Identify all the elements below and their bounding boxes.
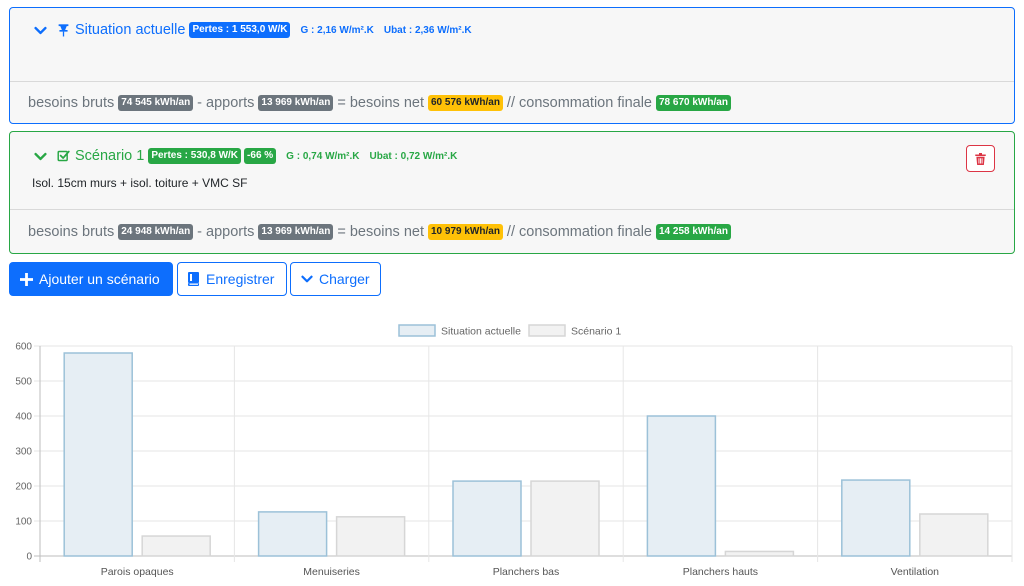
x-tick-label: Ventilation bbox=[891, 566, 940, 578]
y-tick-label: 0 bbox=[26, 552, 32, 563]
current-situation-header: Situation actuelle Pertes : 1 553,0 W/K … bbox=[10, 8, 1014, 40]
gross-needs-badge: 24 948 kWh/an bbox=[118, 223, 194, 240]
chevron-down-icon[interactable] bbox=[34, 150, 47, 163]
g-value: G : 0,74 W/m².K bbox=[286, 150, 360, 162]
bar-current-0 bbox=[63, 352, 133, 557]
scenario-1-header: Scénario 1 Pertes : 530,8 W/K -66 % G : … bbox=[10, 132, 1014, 190]
final-consumption-label: // consommation finale bbox=[506, 94, 652, 111]
save-label: Enregistrer bbox=[206, 271, 275, 287]
net-needs-label: = besoins net bbox=[337, 94, 424, 111]
final-consumption-badge: 78 670 kWh/an bbox=[656, 94, 731, 111]
gains-label: - apports bbox=[197, 94, 255, 111]
losses-bar-chart: 0 100 200 300 400 500 600 Parois opaques Menuise… bbox=[15, 324, 1013, 578]
gross-needs-label: besoins bruts bbox=[28, 223, 115, 240]
gains-label: - apports bbox=[197, 223, 255, 240]
y-tick-label: 200 bbox=[15, 482, 32, 493]
load-label: Charger bbox=[319, 271, 370, 287]
x-tick-label: Menuiseries bbox=[303, 566, 360, 578]
book-icon bbox=[188, 272, 199, 286]
legend-swatch-1 bbox=[528, 324, 566, 337]
bar-current-4 bbox=[841, 479, 911, 557]
y-tick-label: 400 bbox=[15, 412, 32, 423]
bar-current-1 bbox=[257, 511, 328, 557]
scenario-1-description: Isol. 15cm murs + isol. toiture + VMC SF bbox=[32, 176, 248, 190]
reduction-badge: -66 % bbox=[244, 148, 277, 164]
bar-current-2 bbox=[452, 480, 522, 557]
gross-needs-badge: 74 545 kWh/an bbox=[118, 94, 194, 111]
y-tick-label: 300 bbox=[15, 447, 32, 458]
current-situation-card: Situation actuelle Pertes : 1 553,0 W/K … bbox=[9, 7, 1015, 124]
bar-current-3 bbox=[646, 415, 717, 557]
save-button[interactable]: Enregistrer bbox=[177, 262, 287, 296]
y-tick-label: 100 bbox=[15, 517, 32, 528]
gains-badge: 13 969 kWh/an bbox=[258, 94, 334, 111]
bar-scenario-4 bbox=[919, 513, 989, 557]
bar-scenario-1 bbox=[335, 516, 406, 557]
bar-scenario-0 bbox=[141, 535, 211, 557]
final-consumption-label: // consommation finale bbox=[506, 223, 652, 240]
g-value: G : 2,16 W/m².K bbox=[300, 24, 374, 36]
net-needs-label: = besoins net bbox=[337, 223, 424, 240]
delete-scenario-button[interactable] bbox=[966, 145, 995, 172]
check-square-icon[interactable] bbox=[57, 149, 70, 163]
add-scenario-label: Ajouter un scénario bbox=[39, 271, 160, 287]
net-needs-badge: 10 979 kWh/an bbox=[428, 223, 503, 240]
plus-icon bbox=[20, 272, 33, 286]
chevron-down-icon[interactable] bbox=[34, 24, 47, 37]
legend-label-1: Scénario 1 bbox=[571, 326, 621, 338]
gross-needs-label: besoins bruts bbox=[28, 94, 115, 111]
scenario-1-title[interactable]: Scénario 1 bbox=[75, 148, 144, 164]
bar-scenario-3 bbox=[724, 550, 795, 557]
ubat-value: Ubat : 0,72 W/m².K bbox=[369, 150, 458, 162]
current-situation-title[interactable]: Situation actuelle bbox=[75, 22, 185, 38]
legend-swatch-0 bbox=[398, 324, 436, 337]
y-tick-label: 600 bbox=[15, 342, 32, 353]
losses-badge: Pertes : 1 553,0 W/K bbox=[189, 22, 291, 38]
pin-icon bbox=[58, 24, 69, 37]
x-tick-label: Planchers hauts bbox=[683, 566, 758, 578]
chevron-down-icon bbox=[301, 275, 313, 283]
current-situation-summary: besoins bruts 74 545 kWh/an - apports 13… bbox=[10, 81, 1014, 123]
scenario-1-card: Scénario 1 Pertes : 530,8 W/K -66 % G : … bbox=[9, 131, 1015, 254]
gains-badge: 13 969 kWh/an bbox=[258, 223, 334, 240]
ubat-value: Ubat : 2,36 W/m².K bbox=[383, 24, 472, 36]
scenario-1-summary: besoins bruts 24 948 kWh/an - apports 13… bbox=[10, 209, 1014, 253]
final-consumption-badge: 14 258 kWh/an bbox=[656, 223, 731, 240]
y-tick-label: 500 bbox=[15, 377, 32, 388]
losses-badge: Pertes : 530,8 W/K bbox=[148, 148, 242, 164]
x-tick-label: Planchers bas bbox=[493, 566, 560, 578]
legend-label-0: Situation actuelle bbox=[441, 326, 521, 338]
x-tick-label: Parois opaques bbox=[101, 566, 174, 578]
net-needs-badge: 60 576 kWh/an bbox=[428, 94, 503, 111]
bar-scenario-2 bbox=[530, 480, 600, 557]
load-button[interactable]: Charger bbox=[290, 262, 381, 296]
add-scenario-button[interactable]: Ajouter un scénario bbox=[9, 262, 173, 296]
trash-icon bbox=[975, 152, 986, 165]
